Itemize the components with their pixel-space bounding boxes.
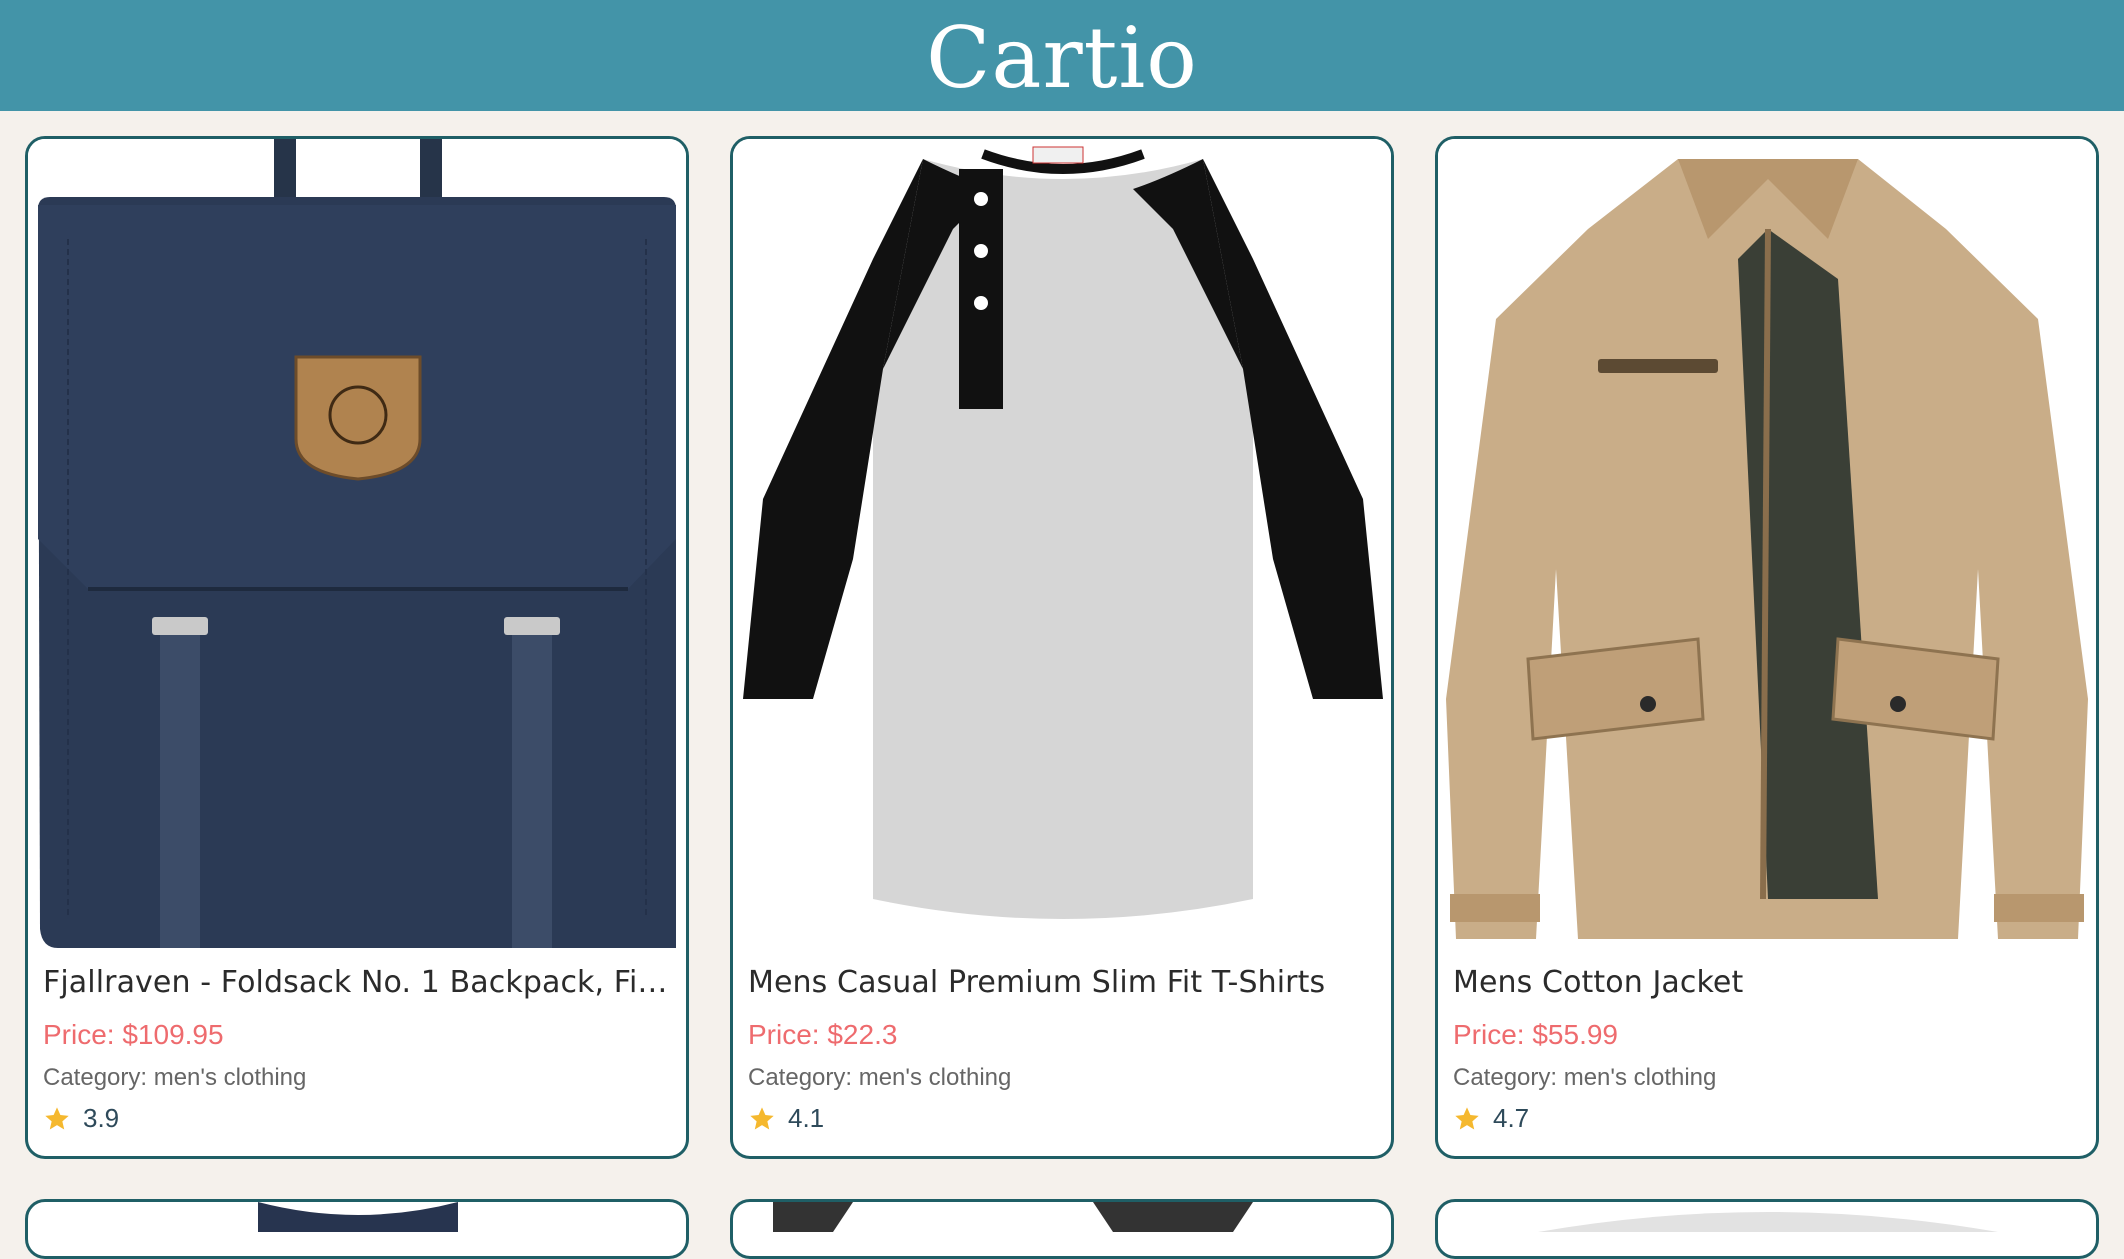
product-rating: 4.1 <box>748 1103 824 1134</box>
backpack-image[interactable] <box>28 139 686 948</box>
product-price: Price: $109.95 <box>43 1019 224 1050</box>
star-icon <box>750 1106 774 1129</box>
rating-value: 3.9 <box>83 1103 120 1133</box>
star-icon <box>1455 1106 1479 1129</box>
product-card[interactable]: Mens Casual Premium Slim Fit T-Shirts Pr… <box>730 136 1394 1159</box>
product-title[interactable]: Mens Casual Premium Slim Fit T-Shirts <box>748 965 1378 1007</box>
star-icon <box>45 1106 69 1129</box>
product-price: Price: $22.3 <box>748 1019 898 1050</box>
product-image[interactable] <box>28 1202 686 1232</box>
product-card[interactable]: Mens Cotton Jacket Price: $55.99 Categor… <box>1435 136 2099 1159</box>
product-card[interactable]: Fjallraven - Foldsack No. 1 Backpack, Fi… <box>25 136 689 1159</box>
product-category: Category: men's clothing <box>1453 1064 1717 1091</box>
product-category: Category: men's clothing <box>748 1064 1012 1091</box>
product-rating: 4.7 <box>1453 1103 1529 1134</box>
tshirt-image[interactable] <box>733 139 1391 948</box>
jacket-image[interactable] <box>1438 139 2096 948</box>
product-title[interactable]: Fjallraven - Foldsack No. 1 Backpack, Fi… <box>43 965 673 1007</box>
product-price: Price: $55.99 <box>1453 1019 1618 1050</box>
product-card[interactable] <box>25 1199 689 1259</box>
product-title[interactable]: Mens Cotton Jacket <box>1453 965 2083 1007</box>
product-card[interactable] <box>730 1199 1394 1259</box>
rating-value: 4.1 <box>788 1103 825 1133</box>
product-category: Category: men's clothing <box>43 1064 307 1091</box>
product-rating: 3.9 <box>43 1103 119 1134</box>
rating-value: 4.7 <box>1493 1103 1530 1133</box>
products-section: Fjallraven - Foldsack No. 1 Backpack, Fi… <box>0 0 2124 1259</box>
product-image[interactable] <box>1438 1202 2096 1232</box>
product-image[interactable] <box>733 1202 1391 1232</box>
product-card[interactable] <box>1435 1199 2099 1259</box>
